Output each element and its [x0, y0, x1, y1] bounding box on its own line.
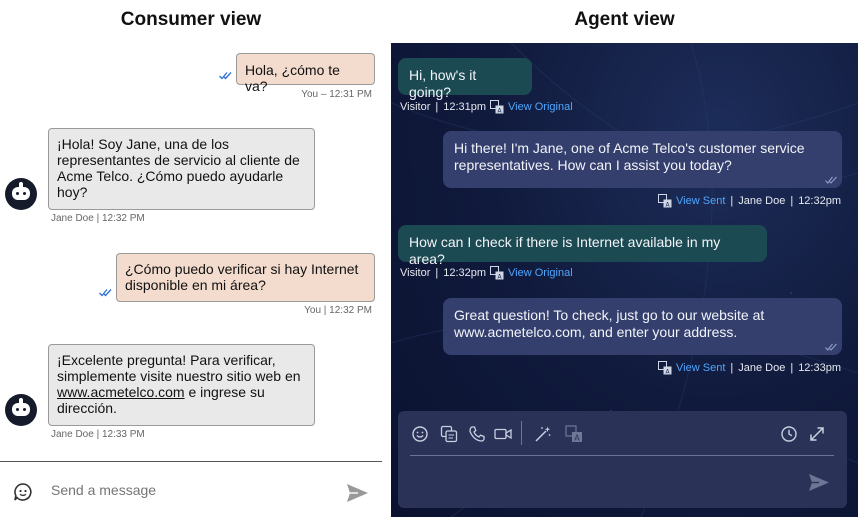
view-sent-link[interactable]: View Sent — [676, 362, 725, 374]
message-meta: Visitor | 12:31pm A View Original — [400, 100, 573, 114]
toolbar-divider — [521, 421, 522, 445]
visitor-message: Hi, how's it going? — [398, 58, 532, 100]
consumer-message: ¿Cómo puedo verificar si hay Internet di… — [116, 253, 375, 302]
message-text: ¡Hola! Soy Jane, una de los representant… — [57, 136, 300, 200]
read-receipt-icon — [825, 343, 837, 351]
emoji-icon[interactable] — [411, 425, 429, 443]
message-meta: A View Sent | Jane Doe | 12:32pm — [658, 194, 841, 208]
message-meta: You – 12:31 PM — [301, 89, 372, 100]
agent-message: Hi there! I'm Jane, one of Acme Telco's … — [443, 131, 842, 188]
svg-text:A: A — [574, 434, 580, 443]
view-original-link[interactable]: View Original — [508, 101, 573, 113]
sender-name: Jane Doe — [738, 195, 786, 207]
sender-name: Jane Doe — [738, 362, 786, 374]
separator: | — [790, 195, 794, 207]
separator: | — [790, 362, 794, 374]
view-sent-link[interactable]: View Sent — [676, 195, 725, 207]
message-meta: Jane Doe | 12:33 PM — [51, 429, 145, 440]
video-icon[interactable] — [494, 425, 512, 443]
separator: | — [435, 101, 439, 113]
read-receipt-icon — [825, 176, 837, 184]
agent-message: Great question! To check, just go to our… — [443, 298, 842, 355]
chat-bot-icon — [14, 483, 32, 501]
bot-avatar — [5, 394, 37, 426]
send-icon[interactable] — [346, 483, 369, 503]
timestamp: 12:31pm — [443, 101, 487, 113]
timestamp: 12:32pm — [798, 195, 841, 207]
ai-assist-icon[interactable] — [534, 425, 552, 443]
phone-icon[interactable] — [468, 425, 486, 443]
timestamp: 12:32pm — [443, 267, 487, 279]
message-meta: Jane Doe | 12:32 PM — [51, 213, 145, 224]
canned-response-icon[interactable] — [440, 425, 458, 443]
separator: | — [730, 195, 734, 207]
visitor-message: How can I check if there is Internet ava… — [398, 225, 767, 267]
read-receipt-icon — [99, 289, 112, 297]
message-text: Great question! To check, just go to our… — [454, 307, 765, 340]
separator: | — [730, 362, 734, 374]
message-text: ¡Excelente pregunta! Para verificar, sim… — [57, 352, 301, 384]
agent-composer: A — [398, 411, 847, 508]
agent-message: ¡Excelente pregunta! Para verificar, sim… — [48, 344, 315, 426]
message-text: Hi there! I'm Jane, one of Acme Telco's … — [454, 140, 805, 173]
message-text: ¿Cómo puedo verificar si hay Internet di… — [125, 261, 359, 293]
timestamp: 12:33pm — [798, 362, 841, 374]
message-meta: You | 12:32 PM — [304, 305, 372, 316]
translate-icon: A — [658, 194, 672, 208]
consumer-message: Hola, ¿cómo te va? — [236, 53, 375, 94]
bot-avatar — [5, 178, 37, 210]
translate-icon: A — [490, 266, 504, 280]
sender-name: Visitor — [400, 101, 431, 113]
message-meta: A View Sent | Jane Doe | 12:33pm — [658, 361, 841, 375]
view-original-link[interactable]: View Original — [508, 267, 573, 279]
send-icon[interactable] — [808, 473, 830, 492]
translate-icon: A — [658, 361, 672, 375]
read-receipt-icon — [219, 72, 232, 80]
agent-chat-panel: Hi, how's it going? Visitor | 12:31pm A … — [391, 43, 858, 517]
translate-icon[interactable]: A — [565, 425, 583, 443]
agent-view-heading: Agent view — [574, 9, 675, 30]
expand-icon[interactable] — [808, 425, 826, 443]
composer-divider — [410, 455, 834, 456]
agent-message-input[interactable] — [410, 465, 800, 495]
website-link[interactable]: www.acmetelco.com — [57, 384, 185, 400]
sender-name: Visitor — [400, 267, 431, 279]
agent-message: ¡Hola! Soy Jane, una de los representant… — [48, 128, 315, 210]
translate-icon: A — [490, 100, 504, 114]
message-input[interactable] — [51, 482, 321, 498]
consumer-composer — [0, 461, 382, 517]
history-icon[interactable] — [780, 425, 798, 443]
message-meta: Visitor | 12:32pm A View Original — [400, 266, 573, 280]
consumer-chat-panel: Hola, ¿cómo te va? You – 12:31 PM ¡Hola!… — [0, 40, 382, 517]
consumer-view-heading: Consumer view — [120, 9, 262, 30]
separator: | — [435, 267, 439, 279]
